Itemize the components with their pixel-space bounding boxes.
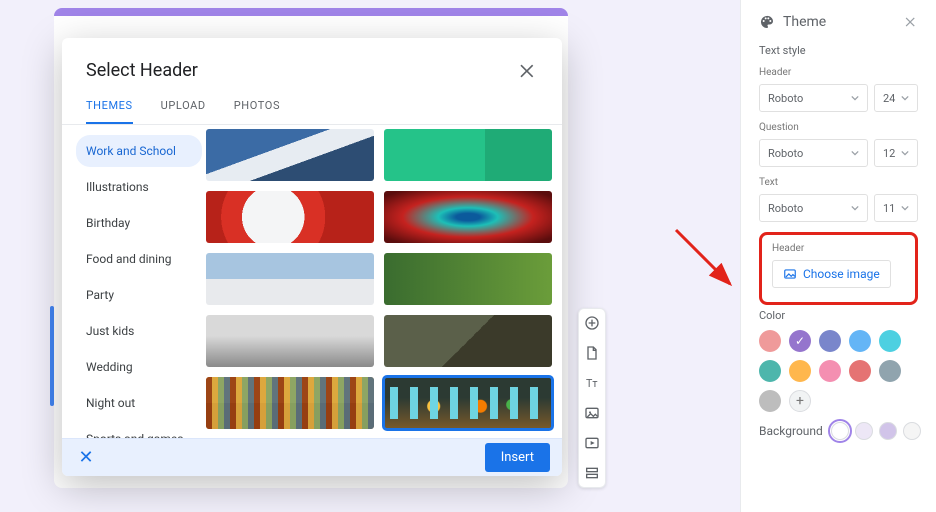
palette-icon <box>759 14 775 30</box>
category-item[interactable]: Night out <box>76 387 202 419</box>
header-thumbnail[interactable] <box>384 315 552 367</box>
background-swatch[interactable] <box>831 422 849 440</box>
header-thumbnail-selected[interactable] <box>384 377 552 429</box>
chevron-down-icon <box>851 204 859 212</box>
text-font-select[interactable]: Roboto <box>759 194 868 222</box>
modal-tabs: THEMES UPLOAD PHOTOS <box>62 93 562 125</box>
text-style-label: Text style <box>759 44 918 57</box>
color-swatch[interactable] <box>879 360 901 382</box>
background-swatch[interactable] <box>903 422 921 440</box>
select-header-modal: Select Header THEMES UPLOAD PHOTOS Work … <box>62 38 562 476</box>
header-image-section: Header Choose image <box>759 232 918 305</box>
chevron-down-icon <box>851 149 859 157</box>
background-row: Background <box>759 422 918 440</box>
question-toolbox: Tт <box>578 308 606 488</box>
category-item[interactable]: Party <box>76 279 202 311</box>
select-value: 12 <box>883 147 895 160</box>
color-swatch[interactable] <box>759 330 781 352</box>
header-thumbnail[interactable] <box>206 129 374 181</box>
sidebar-header: Theme <box>759 14 918 30</box>
header-thumbnail[interactable] <box>384 129 552 181</box>
chevron-down-icon <box>851 94 859 102</box>
title-icon[interactable]: Tт <box>584 375 600 391</box>
category-item[interactable]: Just kids <box>76 315 202 347</box>
insert-button[interactable]: Insert <box>485 443 550 472</box>
header-thumbnail[interactable] <box>206 191 374 243</box>
color-swatch[interactable] <box>759 390 781 412</box>
category-item[interactable]: Sports and games <box>76 423 202 438</box>
choose-image-label: Choose image <box>803 267 880 281</box>
background-swatch[interactable] <box>879 422 897 440</box>
select-value: 24 <box>883 92 895 105</box>
svg-text:Tт: Tт <box>586 377 597 390</box>
background-swatch[interactable] <box>855 422 873 440</box>
category-item[interactable]: Work and School <box>76 135 202 167</box>
select-value: Roboto <box>768 92 803 105</box>
add-icon[interactable] <box>584 315 600 331</box>
header-font-label: Header <box>759 67 918 78</box>
color-swatch[interactable] <box>759 360 781 382</box>
modal-title: Select Header <box>86 60 198 81</box>
modal-body: Work and School Illustrations Birthday F… <box>62 125 562 438</box>
thumbnail-grid <box>202 125 562 438</box>
header-font-select[interactable]: Roboto <box>759 84 868 112</box>
color-swatch[interactable] <box>849 330 871 352</box>
annotation-arrow <box>672 226 742 296</box>
modal-footer: ✕ Insert <box>62 438 562 476</box>
color-swatch[interactable] <box>849 360 871 382</box>
tab-themes[interactable]: THEMES <box>86 93 133 124</box>
select-value: Roboto <box>768 147 803 160</box>
header-thumbnail[interactable] <box>206 377 374 429</box>
category-item[interactable]: Illustrations <box>76 171 202 203</box>
import-icon[interactable] <box>584 345 600 361</box>
background-label: Background <box>759 424 823 438</box>
color-swatches: + <box>759 330 918 412</box>
image-icon <box>783 267 797 281</box>
tab-upload[interactable]: UPLOAD <box>161 93 206 124</box>
text-size-select[interactable]: 11 <box>874 194 918 222</box>
category-item[interactable]: Wedding <box>76 351 202 383</box>
form-accent-bar <box>54 8 568 16</box>
close-icon[interactable] <box>518 61 538 81</box>
select-value: 11 <box>883 202 895 215</box>
question-font-label: Question <box>759 122 918 133</box>
category-item[interactable]: Food and dining <box>76 243 202 275</box>
section-icon[interactable] <box>584 465 600 481</box>
choose-image-button[interactable]: Choose image <box>772 260 891 288</box>
sidebar-title: Theme <box>783 14 826 30</box>
color-swatch[interactable] <box>879 330 901 352</box>
cancel-icon[interactable]: ✕ <box>74 447 98 468</box>
category-list: Work and School Illustrations Birthday F… <box>62 125 202 438</box>
chevron-down-icon <box>901 149 909 157</box>
color-swatch[interactable] <box>789 330 811 352</box>
color-label: Color <box>759 309 918 322</box>
text-font-label: Text <box>759 177 918 188</box>
question-font-select[interactable]: Roboto <box>759 139 868 167</box>
tab-photos[interactable]: PHOTOS <box>234 93 280 124</box>
sidebar-close-icon[interactable] <box>904 15 918 29</box>
select-value: Roboto <box>768 202 803 215</box>
color-swatch[interactable] <box>789 360 811 382</box>
chevron-down-icon <box>901 204 909 212</box>
theme-sidebar: Theme Text style Header Roboto 24 Questi… <box>740 0 936 512</box>
color-swatch[interactable] <box>819 360 841 382</box>
question-size-select[interactable]: 12 <box>874 139 918 167</box>
header-thumbnail[interactable] <box>206 315 374 367</box>
video-icon[interactable] <box>584 435 600 451</box>
image-icon[interactable] <box>584 405 600 421</box>
header-thumbnail[interactable] <box>384 191 552 243</box>
modal-header: Select Header <box>62 38 562 93</box>
category-item[interactable]: Birthday <box>76 207 202 239</box>
color-swatch[interactable] <box>819 330 841 352</box>
header-image-label: Header <box>772 243 905 254</box>
header-thumbnail[interactable] <box>206 253 374 305</box>
form-active-indicator <box>50 306 54 406</box>
add-color-swatch[interactable]: + <box>789 390 811 412</box>
chevron-down-icon <box>901 94 909 102</box>
header-size-select[interactable]: 24 <box>874 84 918 112</box>
header-thumbnail[interactable] <box>384 253 552 305</box>
